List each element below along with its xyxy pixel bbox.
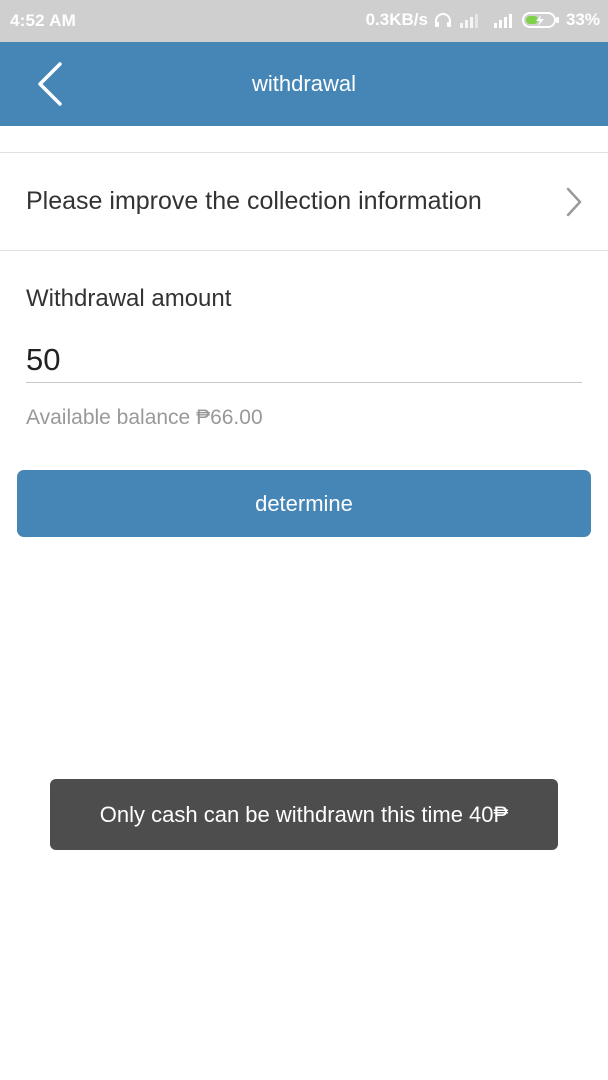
app-bar: withdrawal [0, 42, 608, 126]
signal-4g-icon [490, 11, 516, 29]
collection-info-row[interactable]: Please improve the collection informatio… [0, 153, 608, 250]
withdrawal-amount-input[interactable] [26, 338, 582, 383]
chevron-right-icon [566, 187, 582, 217]
signal-icon [458, 11, 484, 29]
status-time: 4:52 AM [10, 11, 76, 30]
available-balance: Available balance ₱66.00 [26, 406, 263, 429]
collection-info-label: Please improve the collection informatio… [26, 187, 482, 215]
status-bar: 4:52 AM 0.3KB/s 33% [0, 0, 608, 42]
page-title: withdrawal [252, 71, 356, 96]
toast-message: Only cash can be withdrawn this time 40₱ [50, 779, 558, 850]
battery-percent: 33% [565, 10, 600, 29]
battery-charging-icon [521, 11, 560, 29]
status-indicators: 0.3KB/s 33% [366, 10, 600, 30]
network-speed: 0.3KB/s [365, 10, 428, 29]
headphones-icon [434, 12, 452, 28]
withdrawal-amount-label: Withdrawal amount [26, 285, 232, 312]
determine-button[interactable]: determine [17, 470, 591, 537]
divider [0, 250, 608, 251]
